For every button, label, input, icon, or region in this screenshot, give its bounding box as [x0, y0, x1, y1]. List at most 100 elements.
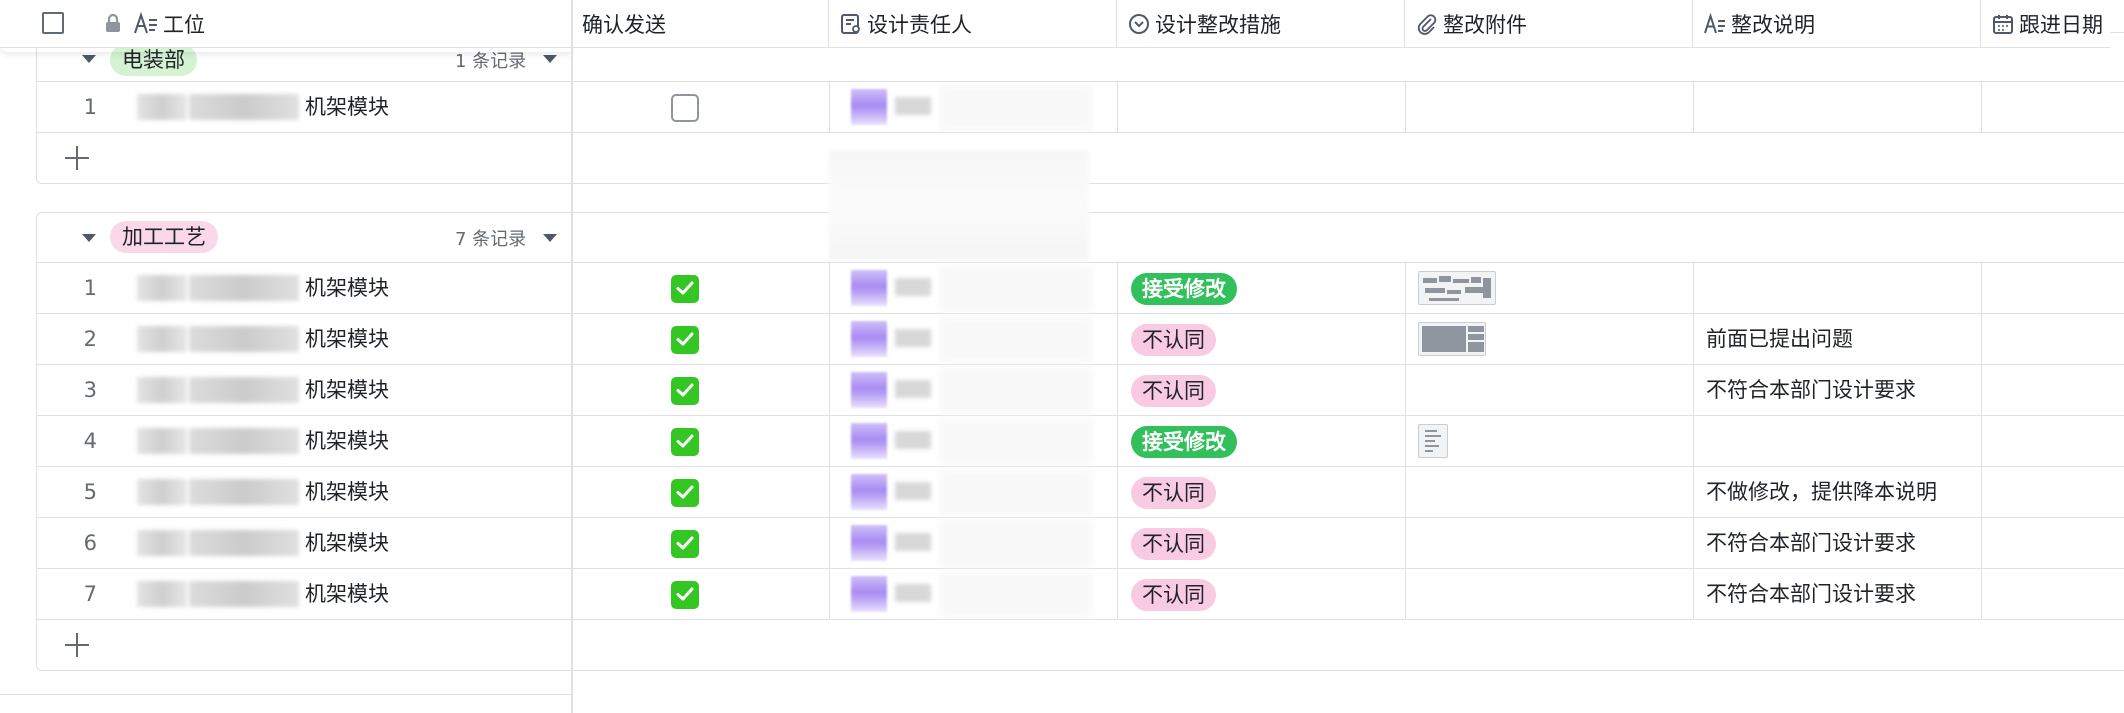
column-header-confirm[interactable]: 确认发送 — [572, 0, 829, 48]
table-row[interactable]: 2 机架模块 不认同 前面已提出问题 — [37, 314, 2124, 365]
attachment-thumbnail[interactable] — [1418, 322, 1486, 356]
row-index: 6 — [83, 531, 97, 555]
blurred-text — [939, 470, 1093, 516]
add-record-row[interactable] — [37, 620, 2124, 670]
divider — [1117, 467, 1118, 517]
note-cell[interactable]: 不符合本部门设计要求 — [1706, 518, 1916, 568]
column-title: 整改说明 — [1731, 13, 1815, 37]
designer-cell[interactable] — [843, 85, 1093, 131]
chevron-down-icon[interactable] — [543, 234, 557, 242]
divider — [1405, 569, 1406, 619]
column-header-note[interactable]: 整改说明 — [1693, 0, 1981, 48]
primary-cell[interactable]: 机架模块 — [305, 518, 389, 568]
column-header-followup[interactable]: 跟进日期 — [1981, 0, 2124, 48]
designer-cell[interactable] — [843, 368, 1093, 414]
column-header-designer[interactable]: 设计责任人 — [829, 0, 1117, 48]
designer-cell[interactable] — [843, 572, 1093, 618]
blurred-text — [895, 380, 931, 398]
blurred-text — [939, 419, 1093, 465]
note-cell[interactable]: 不做修改，提供降本说明 — [1706, 467, 1937, 517]
table-grid: 工位 确认发送 设计责任人 设计整改措施 整改附件 整改说明 跟进日期 电装部 … — [0, 0, 2124, 713]
primary-cell[interactable]: 机架模块 — [305, 569, 389, 619]
divider — [1693, 82, 1694, 132]
designer-cell[interactable] — [843, 521, 1093, 567]
attachment-thumbnail[interactable] — [1418, 271, 1496, 305]
check-icon — [676, 383, 694, 397]
divider — [1981, 467, 1982, 517]
collapse-triangle-icon[interactable] — [82, 55, 96, 63]
primary-cell[interactable]: 机架模块 — [305, 365, 389, 415]
measure-option-tag[interactable]: 不认同 — [1131, 528, 1216, 560]
measure-option-tag[interactable]: 接受修改 — [1131, 426, 1237, 458]
confirm-checkbox[interactable] — [671, 377, 699, 405]
plus-icon[interactable] — [65, 146, 89, 170]
check-icon — [676, 434, 694, 448]
note-cell[interactable]: 前面已提出问题 — [1706, 314, 1853, 364]
primary-cell[interactable]: 机架模块 — [305, 82, 389, 132]
designer-cell[interactable] — [843, 317, 1093, 363]
primary-cell[interactable]: 机架模块 — [305, 314, 389, 364]
collapse-triangle-icon[interactable] — [82, 234, 96, 242]
table-row[interactable]: 3 机架模块 不认同 不符合本部门设计要求 — [37, 365, 2124, 416]
designer-cell[interactable] — [843, 266, 1093, 312]
primary-cell[interactable]: 机架模块 — [305, 416, 389, 466]
primary-cell[interactable]: 机架模块 — [305, 467, 389, 517]
table-row[interactable]: 7 机架模块 不认同 不符合本部门设计要求 — [37, 569, 2124, 620]
check-icon — [676, 485, 694, 499]
select-all-checkbox[interactable] — [42, 12, 64, 34]
confirm-checkbox[interactable] — [671, 275, 699, 303]
attachment-icon — [1415, 12, 1439, 36]
column-header-attachment[interactable]: 整改附件 — [1405, 0, 1693, 48]
measure-option-tag[interactable]: 不认同 — [1131, 477, 1216, 509]
confirm-checkbox[interactable] — [671, 94, 699, 122]
table-row[interactable]: 1 机架模块 接受修改 — [37, 263, 2124, 314]
confirm-checkbox[interactable] — [671, 479, 699, 507]
column-header-measure[interactable]: 设计整改措施 — [1117, 0, 1405, 48]
measure-option-tag[interactable]: 不认同 — [1131, 324, 1216, 356]
divider — [829, 467, 830, 517]
blurred-text — [939, 368, 1093, 414]
primary-cell[interactable]: 机架模块 — [305, 263, 389, 313]
table-row[interactable]: 1 机架模块 — [37, 82, 2124, 133]
primary-field-title: 工位 — [163, 13, 205, 37]
measure-option-tag[interactable]: 不认同 — [1131, 579, 1216, 611]
thumbnail-mark — [1453, 279, 1469, 283]
avatar — [851, 423, 887, 459]
measure-option-tag[interactable]: 不认同 — [1131, 375, 1216, 407]
primary-header[interactable]: 工位 — [0, 0, 572, 48]
blurred-text — [895, 482, 931, 500]
designer-cell[interactable] — [843, 419, 1093, 465]
column-title: 整改附件 — [1443, 13, 1527, 37]
measure-option-tag[interactable]: 接受修改 — [1131, 273, 1237, 305]
row-index: 1 — [83, 276, 97, 300]
table-row[interactable]: 6 机架模块 不认同 不符合本部门设计要求 — [37, 518, 2124, 569]
lock-icon — [104, 13, 122, 38]
plus-icon[interactable] — [65, 633, 89, 657]
note-cell[interactable]: 不符合本部门设计要求 — [1706, 569, 1916, 619]
confirm-checkbox[interactable] — [671, 428, 699, 456]
note-cell[interactable]: 不符合本部门设计要求 — [1706, 365, 1916, 415]
table-row[interactable]: 5 机架模块 不认同 不做修改，提供降本说明 — [37, 467, 2124, 518]
avatar — [851, 270, 887, 306]
divider — [1693, 263, 1694, 313]
confirm-checkbox[interactable] — [671, 581, 699, 609]
designer-cell[interactable] — [843, 470, 1093, 516]
blurred-text — [189, 530, 299, 556]
person-field-icon — [839, 12, 863, 36]
table-row[interactable]: 4 机架模块 接受修改 — [37, 416, 2124, 467]
confirm-checkbox[interactable] — [671, 326, 699, 354]
chevron-down-icon[interactable] — [543, 55, 557, 63]
divider — [1117, 314, 1118, 364]
frozen-column-divider[interactable] — [571, 0, 573, 713]
thumbnail-mark — [1468, 334, 1484, 340]
attachment-thumbnail[interactable] — [1418, 424, 1448, 458]
group-tag: 加工工艺 — [110, 221, 218, 253]
divider — [829, 263, 830, 313]
blurred-text — [939, 266, 1093, 312]
blurred-text — [895, 533, 931, 551]
blurred-text — [137, 275, 187, 301]
thumbnail-mark — [1425, 450, 1433, 452]
group-jiagong: 加工工艺 7 条记录 1 机架模块 接受修改 2 机架模块 不认同 前面已提出问题 3 机架模块… — [36, 212, 2124, 671]
column-title: 跟进日期 — [2019, 13, 2103, 37]
confirm-checkbox[interactable] — [671, 530, 699, 558]
